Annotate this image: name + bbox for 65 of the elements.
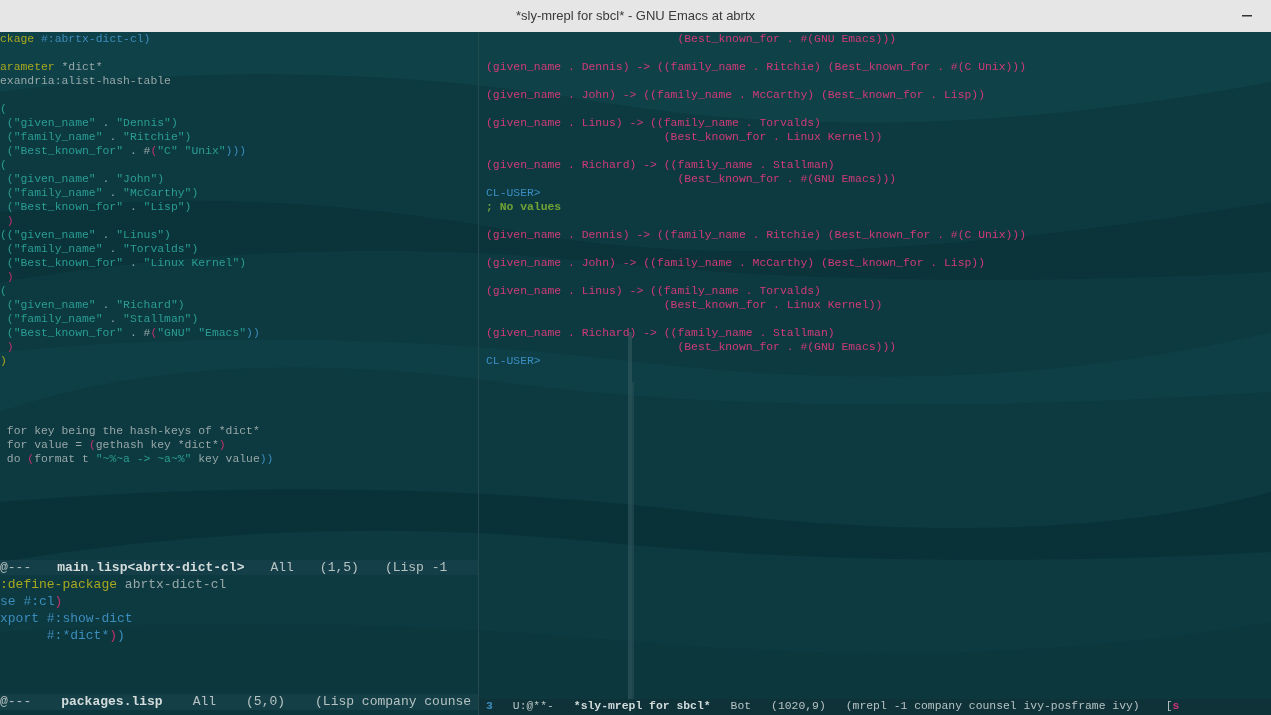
mode-line-text: (Lisp -1 — [384, 560, 448, 575]
buffer-name: main.lisp<abrtx-dict-cl> — [57, 560, 245, 575]
code-line: ( — [0, 102, 7, 116]
mode-line-text: All — [270, 560, 294, 575]
code-line: se #:cl) — [0, 593, 63, 610]
code-line: ; No values — [486, 200, 562, 214]
mode-line-text: (Lisp company counse — [315, 694, 472, 710]
code-line: (Best_known_for . #(GNU Emacs))) — [676, 172, 897, 186]
mode-line-text: U:@**- — [512, 699, 554, 715]
code-line: (given_name . John) -> ((family_name . McCarthy) (Best_known_for . Lisp)) — [486, 256, 985, 270]
code-line: :define-package abrtx-dict-cl — [0, 576, 227, 593]
code-line: ) — [5, 340, 14, 354]
code-line: (Best_known_for . Linux Kernel)) — [662, 130, 883, 144]
code-line: (given_name . John) -> ((family_name . McCarthy) (Best_known_for . Lisp)) — [486, 88, 985, 102]
code-line: CL-USER> — [486, 186, 541, 200]
code-line: (given_name . Dennis) -> ((family_name . Ritchie) (Best_known_for . #(C Unix))) — [486, 228, 1026, 242]
code-line: ("family_name" . "Ritchie") — [5, 130, 192, 144]
code-line: ("Best_known_for" . "Linux Kernel") — [5, 256, 247, 270]
code-line: (given_name . Linus) -> ((family_name . Torvalds) — [486, 116, 821, 130]
code-line: ("given_name" . "Dennis") — [5, 116, 178, 130]
mode-line-text: [ — [1165, 699, 1173, 715]
code-line: ("Best_known_for" . #("C" "Unix"))) — [5, 144, 247, 158]
code-line: ("family_name" . "McCarthy") — [5, 186, 199, 200]
buffer-name: packages.lisp — [61, 694, 163, 710]
code-line: CL-USER> — [486, 354, 541, 368]
code-line: ckage #:abrtx-dict-cl) — [0, 32, 151, 46]
code-line: (given_name . Dennis) -> ((family_name . Ritchie) (Best_known_for . #(C Unix))) — [486, 60, 1026, 74]
code-line: (("given_name" . "Linus") — [0, 228, 171, 242]
mode-line-text: All — [192, 694, 217, 710]
code-line: (Best_known_for . #(GNU Emacs))) — [676, 32, 897, 46]
mode-line-text: @--- — [0, 560, 32, 575]
code-line: ) — [5, 214, 14, 228]
minimize-button[interactable] — [1242, 15, 1252, 17]
window-title: *sly-mrepl for sbcl* - GNU Emacs at abrtx — [515, 7, 756, 26]
code-line: (Best_known_for . Linux Kernel)) — [662, 298, 883, 312]
mode-line-text: (1020,9) — [771, 699, 826, 715]
buffer-name: *sly-mrepl for sbcl* — [573, 699, 711, 715]
code-line: do (format t "~%~a -> ~a~%" key value)) — [5, 452, 274, 466]
mode-line-text: Bot — [730, 699, 752, 715]
mode-line-text: @--- — [0, 694, 32, 710]
window-number: 3 — [486, 699, 493, 715]
code-line: (given_name . Richard) -> ((family_name . Stallman) — [486, 158, 835, 172]
code-line: (given_name . Linus) -> ((family_name . Torvalds) — [486, 284, 821, 298]
mode-line-text: (1,5) — [319, 560, 359, 575]
code-line: exandria:alist-hash-table — [0, 74, 171, 88]
code-line: #:*dict*)) — [45, 627, 125, 644]
code-line: arameter *dict* — [0, 60, 103, 74]
code-line: for key being the hash-keys of *dict* — [5, 424, 260, 438]
code-line: ) — [0, 354, 7, 368]
code-line: ("Best_known_for" . "Lisp") — [5, 200, 192, 214]
code-line: ("family_name" . "Torvalds") — [5, 242, 199, 256]
code-line: xport #:show-dict — [0, 610, 133, 627]
mode-line-text: s — [1172, 699, 1180, 715]
code-line: (given_name . Richard) -> ((family_name . Stallman) — [486, 326, 835, 340]
code-line: for value = (gethash key *dict*) — [5, 438, 226, 452]
code-line: (Best_known_for . #(GNU Emacs))) — [676, 340, 897, 354]
code-line: ("Best_known_for" . #("GNU" "Emacs")) — [5, 326, 260, 340]
code-line: ("given_name" . "John") — [5, 172, 165, 186]
code-line: ( — [0, 284, 7, 298]
mode-line-text: (5,0) — [246, 694, 286, 710]
mode-line-text: (mrepl -1 company counsel ivy-posframe ivy) — [845, 699, 1140, 715]
code-line: ("family_name" . "Stallman") — [5, 312, 199, 326]
code-line: ("given_name" . "Richard") — [5, 298, 185, 312]
code-line: ) — [5, 270, 14, 284]
code-line: ( — [0, 158, 7, 172]
